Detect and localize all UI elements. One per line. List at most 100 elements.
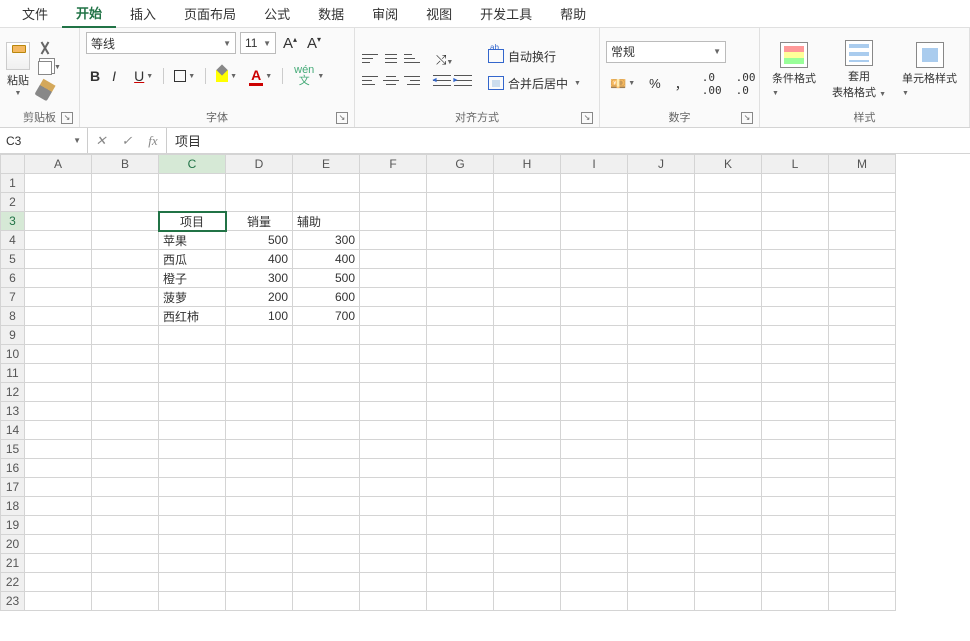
cell-F6[interactable]	[360, 269, 427, 288]
cell-L18[interactable]	[762, 497, 829, 516]
cell-L1[interactable]	[762, 174, 829, 193]
cell-B4[interactable]	[92, 231, 159, 250]
cell-A16[interactable]	[25, 459, 92, 478]
cell-F2[interactable]	[360, 193, 427, 212]
cell-F16[interactable]	[360, 459, 427, 478]
cell-B11[interactable]	[92, 364, 159, 383]
cell-K20[interactable]	[695, 535, 762, 554]
cell-I20[interactable]	[561, 535, 628, 554]
cell-E23[interactable]	[293, 592, 360, 611]
orientation-button[interactable]: ⤭▼	[433, 52, 456, 68]
cell-A11[interactable]	[25, 364, 92, 383]
cell-G22[interactable]	[427, 573, 494, 592]
cell-L14[interactable]	[762, 421, 829, 440]
cell-F13[interactable]	[360, 402, 427, 421]
cell-G2[interactable]	[427, 193, 494, 212]
cell-I7[interactable]	[561, 288, 628, 307]
align-center-button[interactable]	[382, 74, 400, 88]
cell-A18[interactable]	[25, 497, 92, 516]
cell-C11[interactable]	[159, 364, 226, 383]
col-head-F[interactable]: F	[360, 155, 427, 174]
align-middle-button[interactable]	[382, 52, 400, 66]
cell-G16[interactable]	[427, 459, 494, 478]
cell-K15[interactable]	[695, 440, 762, 459]
cell-J19[interactable]	[628, 516, 695, 535]
row-head-15[interactable]: 15	[1, 440, 25, 459]
cell-A6[interactable]	[25, 269, 92, 288]
cell-B15[interactable]	[92, 440, 159, 459]
cell-F10[interactable]	[360, 345, 427, 364]
cell-H4[interactable]	[494, 231, 561, 250]
cell-D15[interactable]	[226, 440, 293, 459]
cell-E18[interactable]	[293, 497, 360, 516]
cell-C14[interactable]	[159, 421, 226, 440]
cell-B2[interactable]	[92, 193, 159, 212]
row-head-21[interactable]: 21	[1, 554, 25, 573]
cell-H14[interactable]	[494, 421, 561, 440]
cell-L2[interactable]	[762, 193, 829, 212]
cell-B17[interactable]	[92, 478, 159, 497]
cell-M15[interactable]	[829, 440, 896, 459]
decrease-indent-button[interactable]	[433, 74, 451, 88]
cell-F19[interactable]	[360, 516, 427, 535]
cell-L21[interactable]	[762, 554, 829, 573]
cell-A22[interactable]	[25, 573, 92, 592]
cell-F9[interactable]	[360, 326, 427, 345]
cell-M7[interactable]	[829, 288, 896, 307]
col-head-L[interactable]: L	[762, 155, 829, 174]
cell-B16[interactable]	[92, 459, 159, 478]
cell-C13[interactable]	[159, 402, 226, 421]
cell-A7[interactable]	[25, 288, 92, 307]
cell-C16[interactable]	[159, 459, 226, 478]
percent-button[interactable]: %	[645, 74, 665, 93]
cell-F8[interactable]	[360, 307, 427, 326]
cell-K10[interactable]	[695, 345, 762, 364]
cell-D5[interactable]: 400	[226, 250, 293, 269]
cell-A14[interactable]	[25, 421, 92, 440]
cell-I13[interactable]	[561, 402, 628, 421]
cell-L11[interactable]	[762, 364, 829, 383]
cell-D21[interactable]	[226, 554, 293, 573]
cell-H16[interactable]	[494, 459, 561, 478]
cell-A3[interactable]	[25, 212, 92, 231]
increase-decimal-button[interactable]: .0.00	[698, 69, 726, 99]
cell-F5[interactable]	[360, 250, 427, 269]
cell-F20[interactable]	[360, 535, 427, 554]
row-head-13[interactable]: 13	[1, 402, 25, 421]
cell-H10[interactable]	[494, 345, 561, 364]
cell-G1[interactable]	[427, 174, 494, 193]
col-head-M[interactable]: M	[829, 155, 896, 174]
cell-E21[interactable]	[293, 554, 360, 573]
cell-J20[interactable]	[628, 535, 695, 554]
cell-K19[interactable]	[695, 516, 762, 535]
cell-H21[interactable]	[494, 554, 561, 573]
cell-M8[interactable]	[829, 307, 896, 326]
cell-H1[interactable]	[494, 174, 561, 193]
cell-A10[interactable]	[25, 345, 92, 364]
cell-G19[interactable]	[427, 516, 494, 535]
cell-M21[interactable]	[829, 554, 896, 573]
cell-D23[interactable]	[226, 592, 293, 611]
row-head-6[interactable]: 6	[1, 269, 25, 288]
bold-button[interactable]: B	[86, 66, 104, 86]
font-launcher[interactable]: ↘	[336, 112, 348, 124]
menu-file[interactable]: 文件	[8, 0, 62, 27]
cell-D10[interactable]	[226, 345, 293, 364]
cell-F22[interactable]	[360, 573, 427, 592]
cell-K14[interactable]	[695, 421, 762, 440]
cell-K18[interactable]	[695, 497, 762, 516]
cell-A17[interactable]	[25, 478, 92, 497]
cell-M2[interactable]	[829, 193, 896, 212]
cell-J7[interactable]	[628, 288, 695, 307]
row-head-11[interactable]: 11	[1, 364, 25, 383]
cell-K3[interactable]	[695, 212, 762, 231]
cell-K21[interactable]	[695, 554, 762, 573]
cell-C1[interactable]	[159, 174, 226, 193]
fill-color-button[interactable]: ▼	[212, 68, 241, 84]
cell-L22[interactable]	[762, 573, 829, 592]
cell-A13[interactable]	[25, 402, 92, 421]
cell-K6[interactable]	[695, 269, 762, 288]
cell-I16[interactable]	[561, 459, 628, 478]
cell-E20[interactable]	[293, 535, 360, 554]
cell-K5[interactable]	[695, 250, 762, 269]
